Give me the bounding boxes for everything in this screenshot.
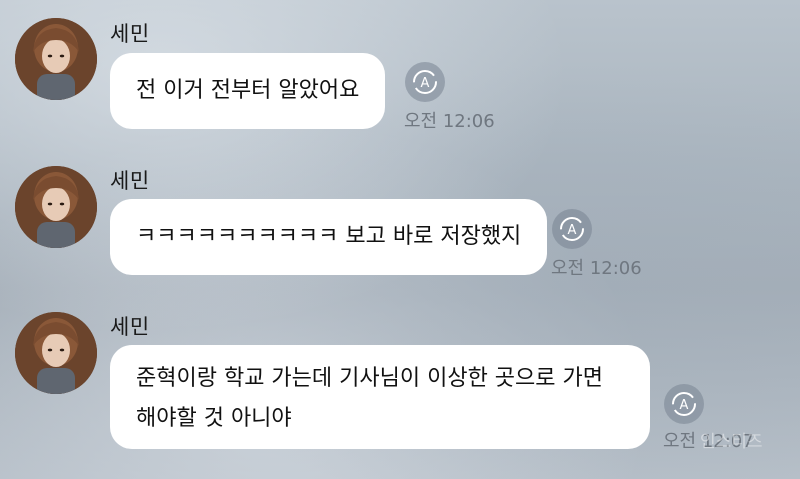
message-bubble[interactable]: 전 이거 전부터 알았어요: [110, 53, 386, 129]
message-line: 준혁이랑 학교 가는데 기사님이 이상한 곳으로 가면: [136, 366, 604, 391]
message-time: 오전 12:06: [551, 258, 642, 279]
message-line: 해야할 것 아니야: [136, 406, 292, 431]
auto-translate-icon: A: [413, 70, 437, 94]
avatar[interactable]: [15, 312, 97, 394]
sender-name: 세민: [110, 315, 150, 339]
svg-text:A: A: [680, 398, 689, 413]
message-text: 준혁이랑 학교 가는데 기사님이 이상한 곳으로 가면 해야할 것 아니야: [136, 359, 603, 439]
chat-room: 세민 전 이거 전부터 알았어요 A 오전 12:06 세민 ㅋㅋㅋㅋㅋㅋㅋㅋㅋ…: [0, 0, 800, 479]
watermark: 인스티즈: [700, 432, 763, 452]
svg-text:A: A: [568, 223, 577, 238]
message-text: ㅋㅋㅋㅋㅋㅋㅋㅋㅋㅋ 보고 바로 저장했지: [136, 224, 522, 249]
avatar[interactable]: [15, 166, 97, 248]
translate-button[interactable]: A: [405, 62, 445, 102]
sender-name: 세민: [110, 169, 150, 193]
avatar[interactable]: [15, 18, 97, 100]
translate-button[interactable]: A: [664, 384, 704, 424]
translate-button[interactable]: A: [552, 209, 592, 249]
message-time: 오전 12:06: [404, 111, 495, 132]
auto-translate-icon: A: [672, 392, 696, 416]
auto-translate-icon: A: [560, 217, 584, 241]
message-bubble[interactable]: 준혁이랑 학교 가는데 기사님이 이상한 곳으로 가면 해야할 것 아니야: [110, 345, 650, 449]
sender-name: 세민: [110, 22, 150, 46]
message-text: 전 이거 전부터 알았어요: [136, 78, 360, 103]
svg-text:A: A: [421, 76, 430, 91]
message-bubble[interactable]: ㅋㅋㅋㅋㅋㅋㅋㅋㅋㅋ 보고 바로 저장했지: [110, 199, 548, 275]
